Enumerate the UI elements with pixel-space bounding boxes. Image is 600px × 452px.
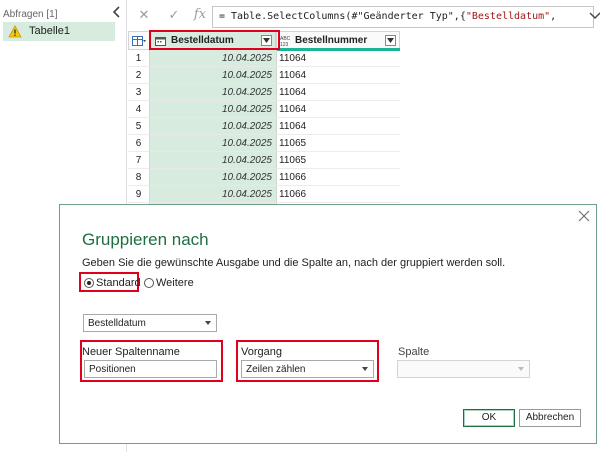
- radio-weitere[interactable]: [144, 278, 154, 288]
- new-column-name-value: Positionen: [89, 364, 136, 375]
- table-row: 8 10.04.2025 11066: [128, 169, 400, 186]
- formula-prefix: = Table.SelectColumns(#"Geänderter Typ",…: [219, 11, 466, 22]
- chevron-down-icon: [518, 367, 524, 371]
- row-number[interactable]: 4: [128, 101, 150, 118]
- abc-123-icon: ABC 123: [280, 36, 291, 48]
- table-row: 5 10.04.2025 11064: [128, 118, 400, 135]
- table-row: 1 10.04.2025 11064: [128, 50, 400, 67]
- row-number[interactable]: 1: [128, 50, 150, 67]
- table-icon: [132, 36, 146, 46]
- row-number[interactable]: 8: [128, 169, 150, 186]
- dialog-title: Gruppieren nach: [82, 230, 209, 249]
- query-item-tabelle1[interactable]: Tabelle1: [3, 22, 115, 41]
- cell-bestellnummer[interactable]: 11066: [276, 186, 400, 203]
- warning-icon: [8, 25, 22, 38]
- cell-bestelldatum[interactable]: 10.04.2025: [150, 186, 276, 203]
- close-icon[interactable]: [578, 210, 590, 222]
- cancel-button[interactable]: Abbrechen: [519, 409, 581, 427]
- table-row: 9 10.04.2025 11066: [128, 186, 400, 203]
- group-by-dialog: Gruppieren nach Geben Sie die gewünschte…: [59, 204, 597, 444]
- operation-select[interactable]: Zeilen zählen: [241, 360, 374, 378]
- table-row: 2 10.04.2025 11064: [128, 67, 400, 84]
- operation-label: Vorgang: [241, 346, 282, 358]
- radio-weitere-label[interactable]: Weitere: [156, 277, 194, 289]
- new-column-name-label: Neuer Spaltenname: [82, 346, 180, 358]
- cell-bestelldatum[interactable]: 10.04.2025: [150, 101, 276, 118]
- operation-value: Zeilen zählen: [246, 364, 306, 375]
- formula-input[interactable]: = Table.SelectColumns(#"Geänderter Typ",…: [212, 6, 594, 28]
- cell-bestelldatum[interactable]: 10.04.2025: [150, 135, 276, 152]
- formula-string: "Bestelldatum": [465, 11, 551, 22]
- fx-icon[interactable]: fx: [191, 7, 209, 23]
- cell-bestelldatum[interactable]: 10.04.2025: [150, 169, 276, 186]
- cell-bestellnummer[interactable]: 11064: [276, 101, 400, 118]
- column-filter-button[interactable]: [385, 35, 396, 46]
- ok-button[interactable]: OK: [463, 409, 515, 427]
- cell-bestelldatum[interactable]: 10.04.2025: [150, 50, 276, 67]
- cell-bestellnummer[interactable]: 11064: [276, 118, 400, 135]
- chevron-down-icon: [387, 38, 394, 43]
- data-grid: Bestelldatum ABC 123 Bestellnummer 1 10.0…: [128, 30, 400, 220]
- group-by-column-value: Bestelldatum: [88, 318, 146, 329]
- cell-bestelldatum[interactable]: 10.04.2025: [150, 118, 276, 135]
- column-header-label: Bestellnummer: [295, 35, 368, 46]
- queries-header: Abfragen [1]: [3, 9, 58, 20]
- table-row: 6 10.04.2025 11065: [128, 135, 400, 152]
- row-number[interactable]: 3: [128, 84, 150, 101]
- radio-standard[interactable]: [84, 278, 94, 288]
- table-menu-button[interactable]: [128, 31, 150, 50]
- table-row: 4 10.04.2025 11064: [128, 101, 400, 118]
- chevron-down-icon: [362, 367, 368, 371]
- table-row: 7 10.04.2025 11065: [128, 152, 400, 169]
- group-by-column-select[interactable]: Bestelldatum: [83, 314, 217, 332]
- expand-formula-icon[interactable]: [589, 10, 600, 20]
- row-number[interactable]: 5: [128, 118, 150, 135]
- cell-bestellnummer[interactable]: 11066: [276, 169, 400, 186]
- table-row: 3 10.04.2025 11064: [128, 84, 400, 101]
- cell-bestellnummer[interactable]: 11065: [276, 152, 400, 169]
- cell-bestellnummer[interactable]: 11064: [276, 67, 400, 84]
- highlight-box: [149, 30, 280, 50]
- cell-bestellnummer[interactable]: 11065: [276, 135, 400, 152]
- row-number[interactable]: 7: [128, 152, 150, 169]
- cell-bestellnummer[interactable]: 11064: [276, 50, 400, 67]
- chevron-down-icon: [205, 321, 211, 325]
- cell-bestelldatum[interactable]: 10.04.2025: [150, 152, 276, 169]
- row-number[interactable]: 2: [128, 67, 150, 84]
- column-label: Spalte: [398, 346, 430, 358]
- confirm-formula-icon[interactable]: ✓: [165, 7, 183, 23]
- formula-bar: ✕ ✓ fx = Table.SelectColumns(#"Geänderte…: [127, 0, 600, 32]
- cell-bestelldatum[interactable]: 10.04.2025: [150, 84, 276, 101]
- cancel-formula-icon[interactable]: ✕: [135, 7, 153, 23]
- new-column-name-input[interactable]: Positionen: [84, 360, 217, 378]
- query-label: Tabelle1: [29, 25, 70, 37]
- radio-standard-label[interactable]: Standard: [96, 277, 141, 289]
- cell-bestellnummer[interactable]: 11064: [276, 84, 400, 101]
- row-number[interactable]: 6: [128, 135, 150, 152]
- formula-suffix: ,: [550, 11, 557, 22]
- row-number[interactable]: 9: [128, 186, 150, 203]
- dialog-description: Geben Sie die gewünschte Ausgabe und die…: [82, 257, 506, 269]
- formula-text: = Table.SelectColumns(#"Geänderter Typ",…: [219, 11, 556, 22]
- collapse-pane-icon[interactable]: [112, 6, 122, 18]
- column-select[interactable]: [397, 360, 530, 378]
- cell-bestelldatum[interactable]: 10.04.2025: [150, 67, 276, 84]
